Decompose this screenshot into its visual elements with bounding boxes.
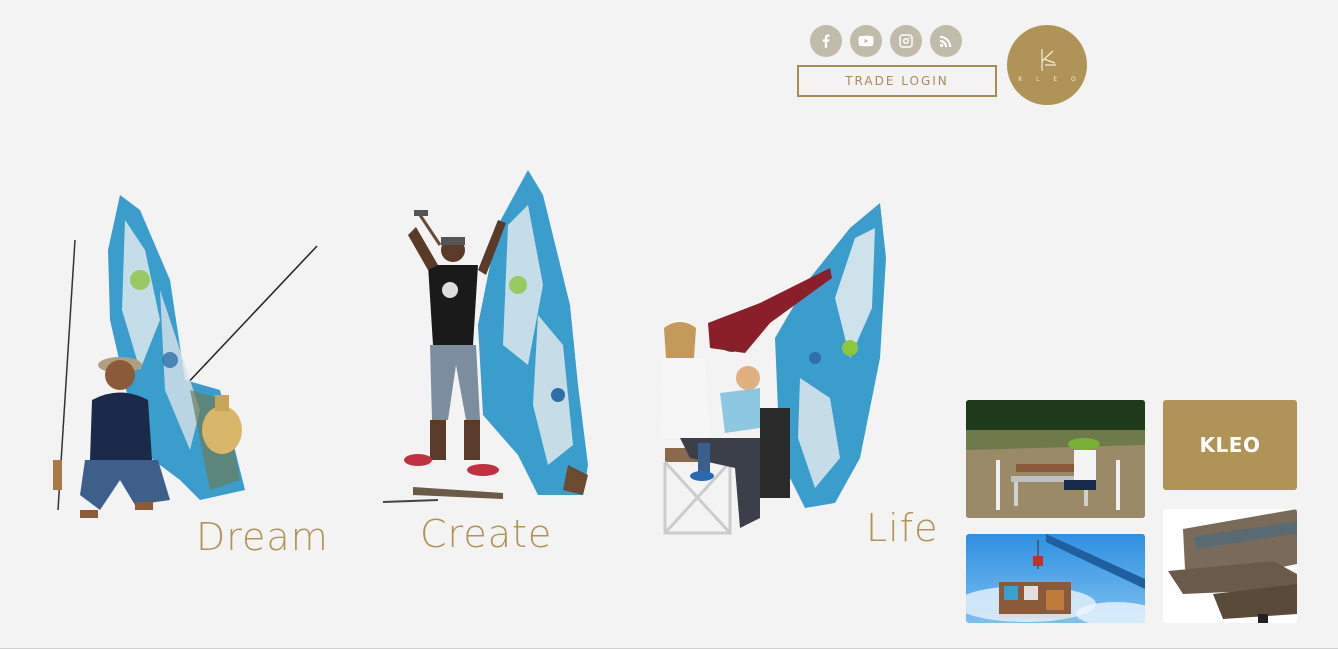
logo-wordmark: K L E O: [1018, 76, 1082, 83]
dream-scene-image: [53, 195, 318, 518]
life-caption: Life: [866, 506, 939, 550]
social-links: [810, 25, 962, 57]
rss-icon[interactable]: [930, 25, 962, 57]
bench-photo-tile[interactable]: [966, 400, 1145, 518]
wood-photo-tile[interactable]: [1163, 509, 1297, 623]
kleo-mark-icon: [1041, 49, 1056, 71]
crane-photo-tile[interactable]: [966, 534, 1145, 623]
create-caption: Create: [420, 512, 553, 556]
kleo-tile[interactable]: KLEO: [1163, 400, 1297, 490]
life-scene-image: [660, 203, 886, 535]
youtube-icon[interactable]: [850, 25, 882, 57]
create-scene-image: [382, 170, 588, 503]
kleo-logo[interactable]: K L E O: [1007, 25, 1087, 105]
trade-login-button[interactable]: TRADE LOGIN: [797, 65, 997, 97]
facebook-icon[interactable]: [810, 25, 842, 57]
instagram-icon[interactable]: [890, 25, 922, 57]
dream-caption: Dream: [196, 515, 329, 559]
